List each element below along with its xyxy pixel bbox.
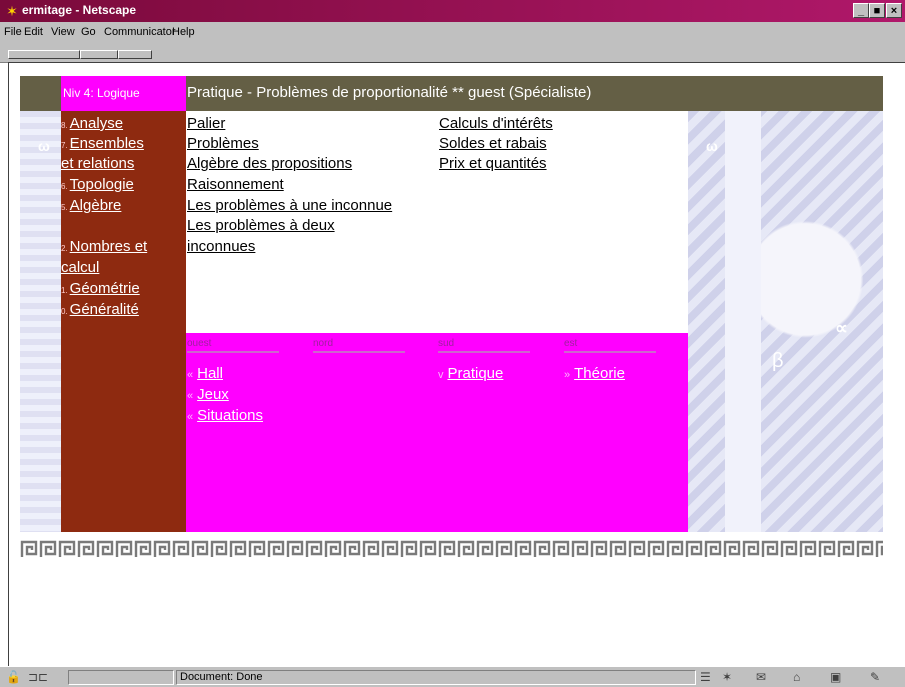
link-soldes-rabais[interactable]: Soldes et rabais <box>439 134 547 154</box>
east-arrow-icon: » <box>564 369 571 381</box>
west-arrow-icon: « <box>187 411 194 423</box>
window-title: ermitage - Netscape <box>22 3 137 17</box>
left-decor-image <box>20 111 61 532</box>
sidebar-item-number: 8. <box>61 121 68 130</box>
mail-icon[interactable]: ✉ <box>756 670 766 684</box>
sidebar-item-label: Ensembles <box>69 135 144 152</box>
discussion-icon[interactable]: ⌂ <box>793 670 800 684</box>
west-arrow-icon: « <box>187 390 194 402</box>
sidebar-item-number: 2. <box>61 244 68 253</box>
sidebar-item-label: Topologie <box>69 176 134 193</box>
sidebar-item-label: Analyse <box>69 115 124 132</box>
close-button[interactable]: × <box>886 3 902 18</box>
column-pillar <box>725 111 761 532</box>
sidebar-item-nombres[interactable]: 2. Nombres et <box>61 237 147 259</box>
sidebar-item-label: calcul <box>61 259 100 276</box>
dir-link-label: Jeux <box>197 386 229 403</box>
status-text: Document: Done <box>176 670 696 685</box>
sidebar-item-generalite[interactable]: 0. Généralité <box>61 300 139 322</box>
beta-glyph: β <box>772 350 784 372</box>
omega-left-glyph: ω <box>38 138 50 154</box>
sidebar-item-algebre[interactable]: 5. Algèbre <box>61 196 121 218</box>
sidebar-item-number: 0. <box>61 307 68 316</box>
link-deux-inconnues-cont[interactable]: inconnues <box>187 237 255 257</box>
dir-link-label: Pratique <box>447 365 504 382</box>
dir-link-theorie[interactable]: » Théorie <box>564 363 625 386</box>
maximize-button[interactable]: ■ <box>869 3 885 18</box>
dir-head-est: est <box>564 338 656 353</box>
progress-cell <box>68 670 174 685</box>
dir-head-nord: nord <box>313 338 405 353</box>
edit-icon[interactable]: ✎ <box>870 670 880 684</box>
list-icon[interactable]: ☰ <box>700 670 711 684</box>
menu-communicator[interactable]: Communicator <box>104 26 176 38</box>
link-palier[interactable]: Palier <box>187 114 225 134</box>
minimize-button[interactable]: _ <box>853 3 869 18</box>
sidebar-item-label: Algèbre <box>69 197 122 214</box>
navigator-icon[interactable]: ✶ <box>722 670 732 684</box>
sidebar-item-calcul[interactable]: calcul <box>61 258 99 278</box>
sidebar-item-label: Géométrie <box>69 280 140 297</box>
menu-go[interactable]: Go <box>81 26 96 38</box>
sidebar-item-geometrie[interactable]: 1. Géométrie <box>61 279 140 301</box>
toolbar-tab-location[interactable] <box>80 50 118 59</box>
sidebar-item-label: Nombres et <box>69 238 148 255</box>
menu-edit[interactable]: Edit <box>24 26 43 38</box>
menu-bar: File Edit View Go Communicator Help <box>0 22 905 42</box>
link-algebre-propositions[interactable]: Algèbre des propositions <box>187 154 352 174</box>
omega-right-glyph: ω <box>706 138 718 154</box>
link-problemes[interactable]: Problèmes <box>187 134 259 154</box>
link-prix-quantites[interactable]: Prix et quantités <box>439 154 547 174</box>
link-une-inconnue[interactable]: Les problèmes à une inconnue <box>187 196 392 216</box>
netscape-icon: ✶ <box>6 3 18 19</box>
south-arrow-icon: v <box>438 369 444 381</box>
title-bar: ✶ ermitage - Netscape _ ■ × <box>0 0 905 22</box>
right-decor-image <box>688 111 883 532</box>
link-raisonnement[interactable]: Raisonnement <box>187 175 284 195</box>
sidebar-item-ensembles[interactable]: 7. Ensembles <box>61 134 144 156</box>
composer-icon[interactable]: ▣ <box>830 670 841 684</box>
link-deux-inconnues[interactable]: Les problèmes à deux <box>187 216 335 236</box>
page-title: Pratique - Problèmes de proportionalité … <box>187 84 592 101</box>
dir-link-pratique[interactable]: v Pratique <box>438 363 503 386</box>
level-label: Niv 4: Logique <box>61 76 186 111</box>
dir-link-label: Hall <box>197 365 223 382</box>
dir-head-ouest: ouest <box>187 338 279 353</box>
dir-head-sud: sud <box>438 338 530 353</box>
sidebar-item-label: et relations <box>61 155 135 172</box>
connection-icon: ⊐⊏ <box>28 670 49 684</box>
security-lock-icon[interactable]: 🔓 <box>6 670 21 684</box>
alpha-glyph: ∝ <box>835 318 848 338</box>
dir-link-label: Situations <box>197 407 263 424</box>
menu-view[interactable]: View <box>51 26 75 38</box>
dir-link-label: Théorie <box>574 365 625 382</box>
dir-link-situations[interactable]: «Situations <box>187 405 263 428</box>
toolbar-tab-personal[interactable] <box>118 50 152 59</box>
dir-link-jeux[interactable]: «Jeux <box>187 384 229 407</box>
sidebar-item-number: 5. <box>61 203 68 212</box>
sidebar-item-analyse[interactable]: 8. Analyse <box>61 114 123 136</box>
toolbar-tabs <box>0 42 905 63</box>
menu-file[interactable]: File <box>4 26 22 38</box>
menu-help[interactable]: Help <box>172 26 195 38</box>
sidebar-item-number: 7. <box>61 141 68 150</box>
west-arrow-icon: « <box>187 369 194 381</box>
status-bar: 🔓 ⊐⊏ Document: Done ☰ ✶ ✉ ⌂ ▣ ✎ <box>0 666 905 687</box>
link-calculs-interets[interactable]: Calculs d'intérêts <box>439 114 553 134</box>
greek-key-border <box>20 540 883 558</box>
sidebar-item-number: 1. <box>61 286 68 295</box>
sidebar-item-number: 6. <box>61 182 68 191</box>
sidebar-item-relations[interactable]: et relations <box>61 154 134 174</box>
sidebar-item-topologie[interactable]: 6. Topologie <box>61 175 134 197</box>
sidebar-item-label: Généralité <box>69 301 139 318</box>
toolbar-tab-navigation[interactable] <box>8 50 80 59</box>
dir-link-hall[interactable]: «Hall <box>187 363 223 386</box>
